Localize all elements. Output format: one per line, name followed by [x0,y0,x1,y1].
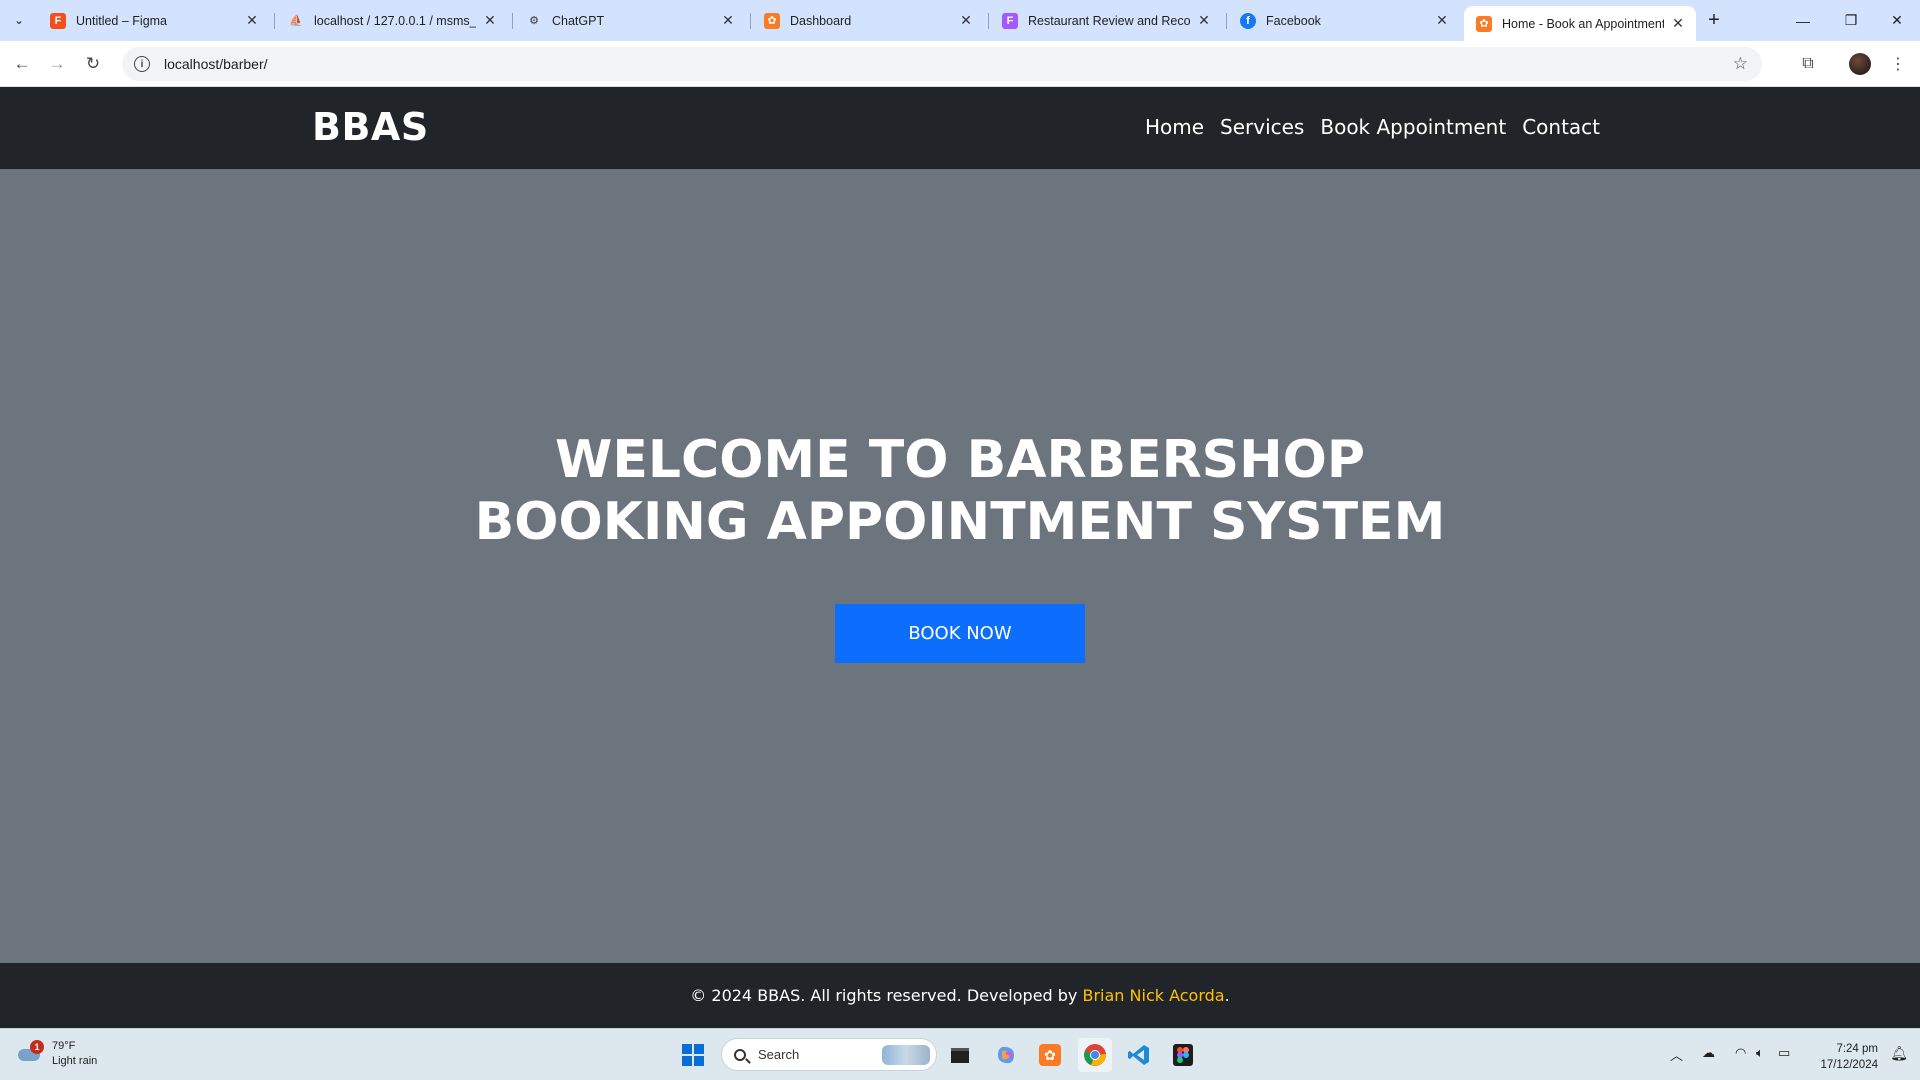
site-navbar: BBAS Home Services Book Appointment Cont… [0,87,1920,169]
wifi-icon[interactable]: ◠ [1735,1045,1746,1061]
taskbar-clock[interactable]: 7:24 pm 17/12/2024 [1820,1041,1878,1073]
browser-tab-active[interactable]: ✿ Home - Book an Appointment ✕ [1464,6,1696,41]
figma-icon: F [1002,12,1018,29]
chatgpt-icon: ⚙ [529,15,539,27]
figma-icon: F [50,12,66,29]
phpmyadmin-icon: ⛵ [289,15,303,27]
facebook-icon: f [1240,12,1256,29]
taskbar-search-placeholder: Search [758,1047,800,1062]
close-tab-icon[interactable]: ✕ [720,12,736,29]
reload-icon[interactable]: ↻ [79,50,107,78]
tab-title: Untitled – Figma [76,13,168,28]
xampp-icon: ✿ [764,12,780,29]
tray-overflow-chevron-icon[interactable]: ︿ [1670,1045,1683,1064]
tab-title: ChatGPT [552,13,605,28]
weather-condition: Light rain [52,1055,98,1067]
avatar [1849,53,1871,75]
browser-tab[interactable]: f Facebook ✕ [1228,6,1460,35]
windows-start-icon[interactable] [676,1038,710,1072]
browser-tab[interactable]: ⛵ localhost / 127.0.0.1 / msms_db ✕ [276,6,508,35]
browser-tab-strip: ⌄ F Untitled – Figma ✕ ⛵ localhost / 127… [0,0,1920,41]
close-tab-icon[interactable]: ✕ [958,12,974,29]
tab-separator [988,13,989,29]
tab-title: Home - Book an Appointment [1502,16,1664,31]
site-brand[interactable]: BBAS [312,105,429,149]
browser-toolbar: ← → ↻ i localhost/barber/ ☆ ⧉ ⋮ [0,41,1920,87]
bookmark-star-icon[interactable]: ☆ [1733,54,1748,74]
battery-icon[interactable]: ▭ [1778,1045,1790,1061]
notification-badge: 1 [30,1040,44,1054]
copilot-icon[interactable] [989,1038,1023,1072]
forward-arrow-icon[interactable]: → [43,50,71,78]
onedrive-icon[interactable]: ☁ [1702,1045,1715,1061]
extensions-icon[interactable]: ⧉ [1794,50,1822,78]
tab-separator [750,13,751,29]
footer-suffix: . [1224,986,1230,1005]
volume-icon[interactable]: 🔈︎ [1756,1045,1764,1061]
window-close-icon[interactable]: ✕ [1874,0,1920,41]
browser-tab[interactable]: ⚙ ChatGPT ✕ [514,6,746,35]
close-tab-icon[interactable]: ✕ [1434,12,1450,29]
browser-tab[interactable]: F Untitled – Figma ✕ [38,6,270,35]
hero-title-text: WELCOME TO BARBERSHOP BOOKING APPOINTMEN… [474,430,1446,552]
xampp-icon[interactable]: ✿ [1033,1038,1067,1072]
hero-title: WELCOME TO BARBERSHOP BOOKING APPOINTMEN… [0,429,1920,553]
profile-avatar[interactable] [1846,50,1874,78]
tab-separator [512,13,513,29]
tab-title: localhost / 127.0.0.1 / msms_db [314,13,476,28]
xampp-icon: ✿ [1476,15,1492,32]
rain-cloud-icon: 1 [16,1040,44,1065]
minimize-icon[interactable]: — [1780,0,1826,41]
tab-title: Restaurant Review and Recomm [1028,13,1190,28]
tab-separator [1226,13,1227,29]
browser-menu-icon[interactable]: ⋮ [1884,50,1912,78]
clock-time: 7:24 pm [1836,1043,1878,1055]
developer-link[interactable]: Brian Nick Acorda [1083,986,1225,1005]
tab-separator [274,13,275,29]
windows-taskbar: 1 79°F Light rain Search ✿ ︿ ☁ ◠ 🔈︎ ▭ 7:… [0,1028,1920,1080]
search-icon [734,1048,746,1061]
vscode-icon[interactable] [1122,1038,1156,1072]
close-tab-icon[interactable]: ✕ [244,12,260,29]
book-now-button[interactable]: BOOK NOW [835,604,1085,663]
weather-temp: 79°F [52,1040,76,1052]
nav-link-services[interactable]: Services [1220,115,1304,139]
figma-icon[interactable] [1166,1038,1200,1072]
nav-link-contact[interactable]: Contact [1522,115,1600,139]
chrome-icon[interactable] [1078,1038,1112,1072]
svg-text:✿: ✿ [1044,1048,1056,1064]
new-tab-button[interactable]: + [1702,8,1726,32]
browser-tab[interactable]: ✿ Dashboard ✕ [752,6,984,35]
taskbar-search[interactable]: Search [721,1038,937,1071]
back-arrow-icon[interactable]: ← [8,50,36,78]
address-bar[interactable]: i localhost/barber/ ☆ [122,47,1762,81]
browser-tab[interactable]: F Restaurant Review and Recomm ✕ [990,6,1222,35]
tab-search-chevron-icon[interactable]: ⌄ [6,7,32,33]
address-url[interactable]: localhost/barber/ [164,56,268,72]
search-highlight-image [882,1045,930,1065]
file-explorer-icon[interactable] [943,1038,977,1072]
nav-link-book-appointment[interactable]: Book Appointment [1320,115,1506,139]
notification-bell-icon[interactable]: 🔔︎ [1890,1045,1908,1062]
restore-icon[interactable]: ❐ [1828,0,1874,41]
site-footer: © 2024 BBAS. All rights reserved. Develo… [0,963,1920,1028]
site-info-icon[interactable]: i [134,56,150,72]
footer-text: © 2024 BBAS. All rights reserved. Develo… [690,986,1078,1005]
close-tab-icon[interactable]: ✕ [1196,12,1212,29]
tab-title: Dashboard [790,13,852,28]
clock-date: 17/12/2024 [1820,1059,1878,1071]
nav-link-home[interactable]: Home [1145,115,1204,139]
close-tab-icon[interactable]: ✕ [482,12,498,29]
tab-title: Facebook [1266,13,1321,28]
nav-links: Home Services Book Appointment Contact [1145,115,1600,139]
close-tab-icon[interactable]: ✕ [1670,15,1686,32]
weather-widget[interactable]: 1 79°F Light rain [16,1039,97,1069]
hero-section: WELCOME TO BARBERSHOP BOOKING APPOINTMEN… [0,169,1920,963]
